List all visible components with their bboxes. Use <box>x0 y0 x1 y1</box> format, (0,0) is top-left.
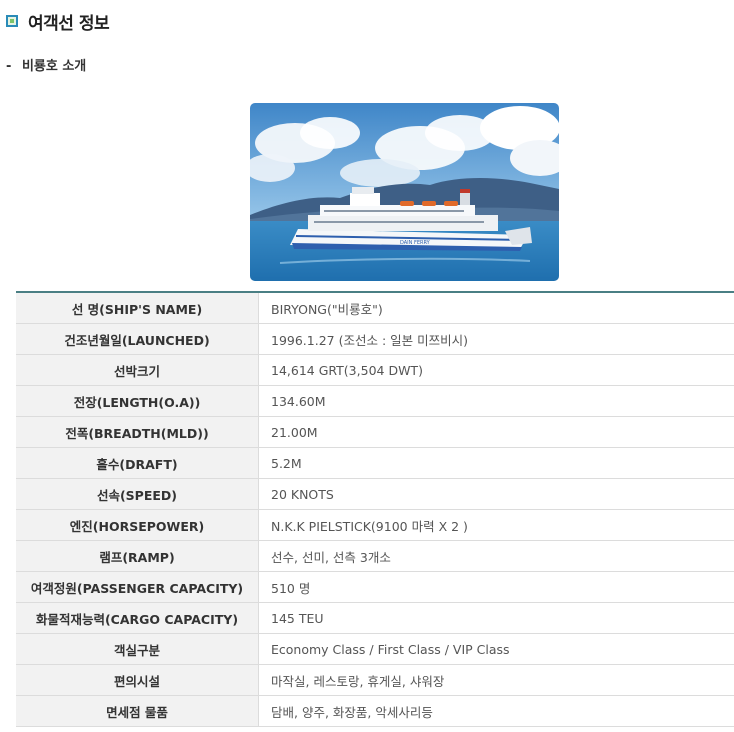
subtitle-dash: - <box>6 59 12 74</box>
spec-value: 20 KNOTS <box>258 478 734 510</box>
spec-label: 램프(RAMP) <box>16 540 259 572</box>
spec-value: 21.00M <box>258 416 734 448</box>
ship-photo: DAIN FERRY <box>250 103 559 281</box>
table-row: 여객정원(PASSENGER CAPACITY) 510 명 <box>16 571 734 603</box>
spec-value: 134.60M <box>258 385 734 417</box>
table-row: 전폭(BREADTH(MLD)) 21.00M <box>16 416 734 448</box>
spec-value: 510 명 <box>258 571 734 603</box>
ferry-image-icon: DAIN FERRY <box>250 103 559 281</box>
table-row: 흘수(DRAFT) 5.2M <box>16 447 734 479</box>
subtitle-text: 비룡호 소개 <box>21 59 87 74</box>
spec-label: 선 명(SHIP'S NAME) <box>16 292 259 324</box>
spec-value: 14,614 GRT(3,504 DWT) <box>258 354 734 386</box>
table-row: 선박크기 14,614 GRT(3,504 DWT) <box>16 354 734 386</box>
spec-value: 마작실, 레스토랑, 휴게실, 샤워장 <box>258 664 734 696</box>
table-row: 전장(LENGTH(O.A)) 134.60M <box>16 385 734 417</box>
spec-value: 1996.1.27 (조선소 : 일본 미쯔비시) <box>258 323 734 355</box>
ship-spec-table: 선 명(SHIP'S NAME) BIRYONG("비룡호") 건조년월일(LA… <box>16 291 734 727</box>
page-header: 여객선 정보 <box>6 10 110 34</box>
spec-value: 선수, 선미, 선측 3개소 <box>258 540 734 572</box>
hull-label: DAIN FERRY <box>400 240 431 246</box>
table-row: 건조년월일(LAUNCHED) 1996.1.27 (조선소 : 일본 미쯔비시… <box>16 323 734 355</box>
table-row: 객실구분 Economy Class / First Class / VIP C… <box>16 633 734 665</box>
spec-value: Economy Class / First Class / VIP Class <box>258 633 734 665</box>
table-row: 편의시설 마작실, 레스토랑, 휴게실, 샤워장 <box>16 664 734 696</box>
spec-label: 건조년월일(LAUNCHED) <box>16 323 259 355</box>
spec-value: N.K.K PIELSTICK(9100 마력 X 2 ) <box>258 509 734 541</box>
spec-label: 전폭(BREADTH(MLD)) <box>16 416 259 448</box>
spec-label: 여객정원(PASSENGER CAPACITY) <box>16 571 259 603</box>
spec-label: 흘수(DRAFT) <box>16 447 259 479</box>
spec-label: 선속(SPEED) <box>16 478 259 510</box>
page-title: 여객선 정보 <box>28 13 110 34</box>
table-row: 화물적재능력(CARGO CAPACITY) 145 TEU <box>16 602 734 634</box>
table-row: 면세점 물품 담배, 양주, 화장품, 악세사리등 <box>16 695 734 727</box>
spec-label: 객실구분 <box>16 633 259 665</box>
spec-value: BIRYONG("비룡호") <box>258 292 734 324</box>
table-row: 램프(RAMP) 선수, 선미, 선측 3개소 <box>16 540 734 572</box>
spec-value: 5.2M <box>258 447 734 479</box>
spec-value: 145 TEU <box>258 602 734 634</box>
spec-label: 화물적재능력(CARGO CAPACITY) <box>16 602 259 634</box>
square-bullet-icon <box>6 15 18 27</box>
spec-label: 면세점 물품 <box>16 695 259 727</box>
table-row: 엔진(HORSEPOWER) N.K.K PIELSTICK(9100 마력 X… <box>16 509 734 541</box>
spec-label: 엔진(HORSEPOWER) <box>16 509 259 541</box>
table-row: 선속(SPEED) 20 KNOTS <box>16 478 734 510</box>
spec-label: 전장(LENGTH(O.A)) <box>16 385 259 417</box>
table-row: 선 명(SHIP'S NAME) BIRYONG("비룡호") <box>16 292 734 324</box>
spec-value: 담배, 양주, 화장품, 악세사리등 <box>258 695 734 727</box>
section-subtitle: - 비룡호 소개 <box>6 55 86 74</box>
spec-label: 편의시설 <box>16 664 259 696</box>
spec-label: 선박크기 <box>16 354 259 386</box>
